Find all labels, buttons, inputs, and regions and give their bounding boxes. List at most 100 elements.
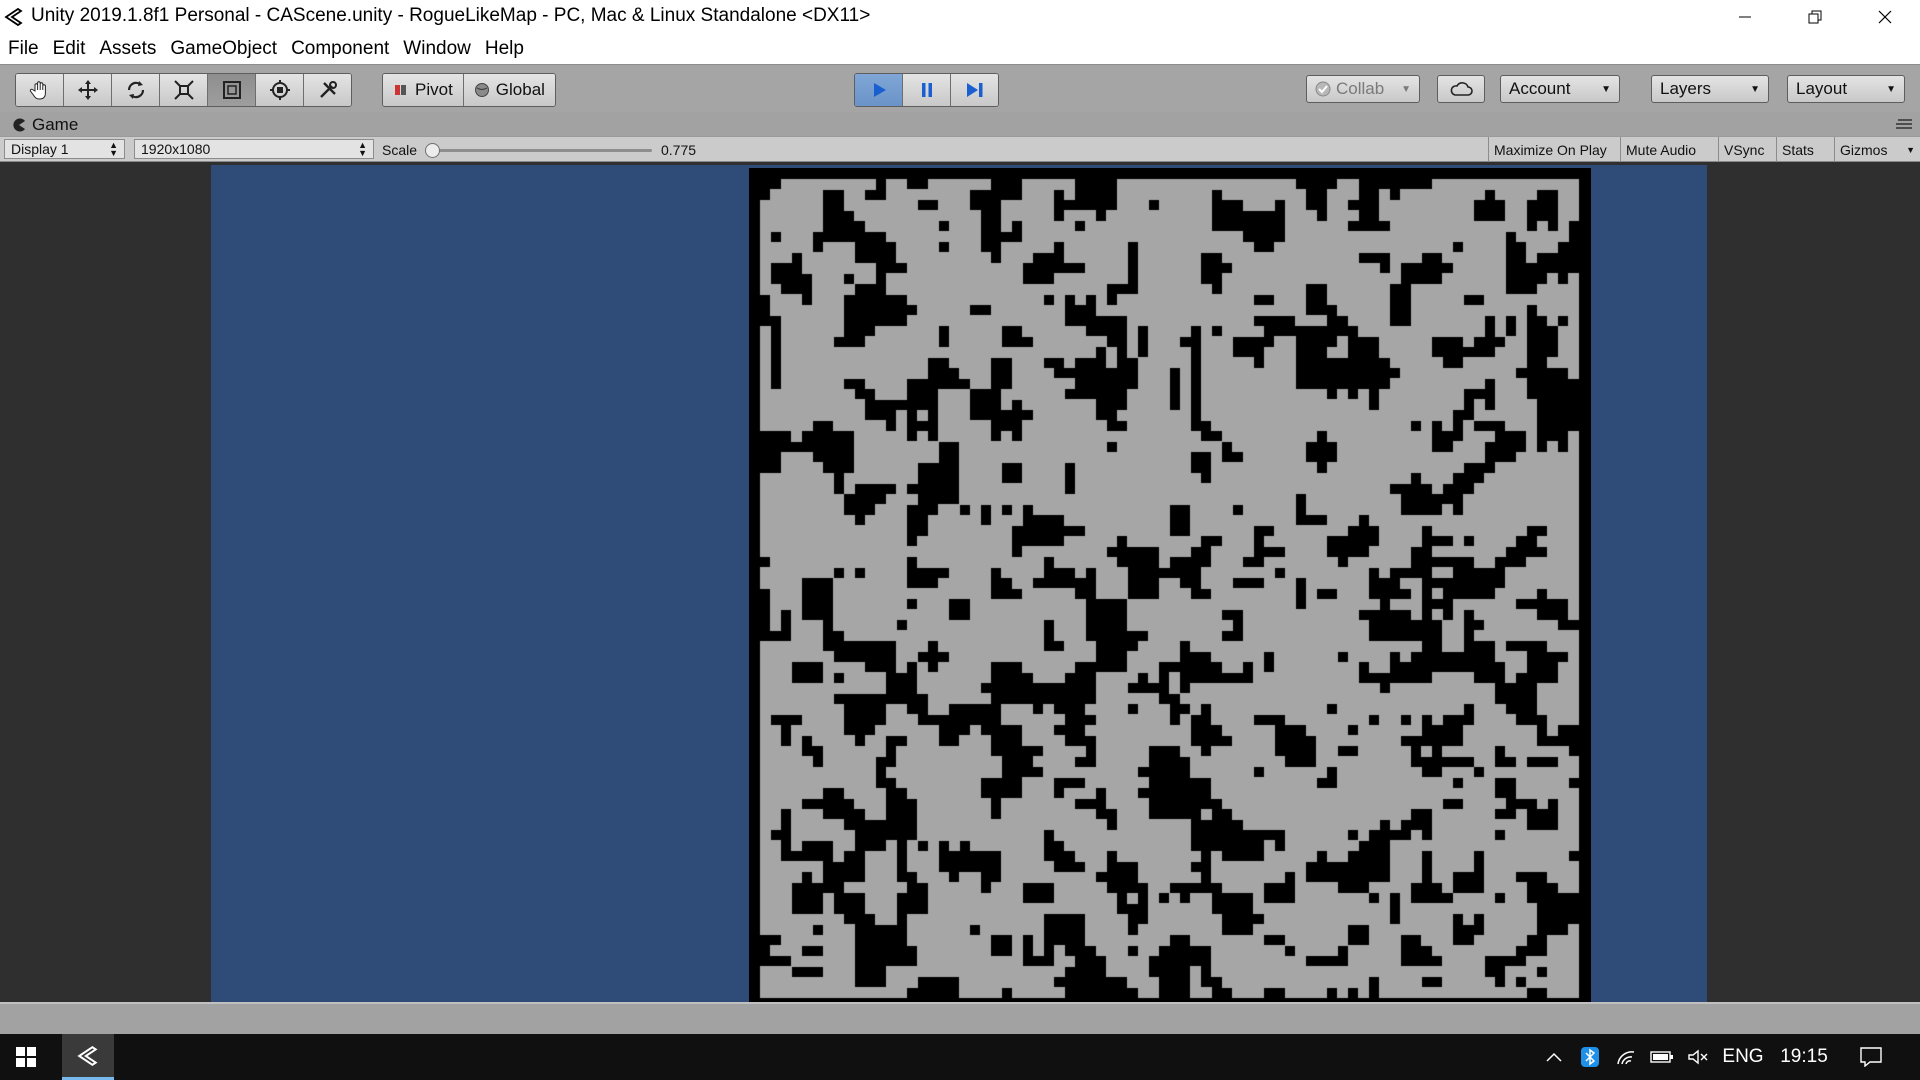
scale-tool-button[interactable]	[160, 74, 208, 106]
hand-tool-button[interactable]	[16, 74, 64, 106]
minimize-button[interactable]	[1710, 0, 1780, 34]
wifi-tray[interactable]	[1612, 1034, 1640, 1080]
layers-label: Layers	[1660, 79, 1712, 98]
layers-dropdown[interactable]: Layers ▼	[1651, 75, 1769, 103]
pause-button[interactable]	[903, 74, 951, 106]
show-hidden-icons-button[interactable]	[1540, 1034, 1568, 1080]
display-select[interactable]: Display 1 ▲ ▼	[4, 139, 125, 159]
scale-slider-handle[interactable]	[425, 143, 440, 158]
panel-menu-icon[interactable]	[1894, 118, 1912, 130]
custom-tool-icon	[319, 81, 337, 98]
gizmos-label: Gizmos	[1840, 141, 1888, 158]
menu-bar: File Edit Assets GameObject Component Wi…	[0, 34, 1920, 64]
windows-start-icon	[16, 1047, 36, 1067]
pivot-label: Pivot	[415, 80, 453, 99]
clock[interactable]: 19:15	[1776, 1034, 1832, 1080]
restore-button[interactable]	[1780, 0, 1850, 34]
account-dropdown[interactable]: Account ▼	[1500, 75, 1620, 103]
battery-icon	[1650, 1051, 1673, 1063]
collab-label: Collab	[1336, 79, 1385, 98]
close-button[interactable]	[1850, 0, 1920, 34]
transform-tool-button[interactable]	[256, 74, 304, 106]
transform-tools	[15, 73, 352, 107]
close-icon	[1878, 10, 1892, 24]
custom-tool-button[interactable]	[304, 74, 351, 106]
start-button[interactable]	[0, 1034, 52, 1080]
pivot-icon	[395, 85, 406, 95]
gizmos-dropdown[interactable]: Gizmos ▼	[1834, 137, 1920, 162]
volume-tray[interactable]	[1684, 1034, 1712, 1080]
chevron-up-icon	[1546, 1052, 1562, 1062]
pacman-icon	[13, 118, 25, 132]
mute-audio-toggle[interactable]: Mute Audio	[1620, 137, 1701, 162]
menu-help[interactable]: Help	[485, 38, 524, 60]
scale-value: 0.775	[661, 142, 697, 158]
updown-arrows-icon: ▲ ▼	[358, 140, 367, 158]
cloud-button[interactable]	[1437, 75, 1485, 103]
clock-time: 19:15	[1780, 1046, 1828, 1067]
status-bar	[0, 1002, 1920, 1034]
notification-icon	[1860, 1047, 1882, 1067]
display-value: Display 1	[11, 141, 69, 157]
resolution-select[interactable]: 1920x1080 ▲ ▼	[134, 139, 374, 159]
volume-muted-icon	[1688, 1049, 1708, 1065]
menu-edit[interactable]: Edit	[53, 38, 86, 60]
step-icon	[966, 83, 982, 97]
chevron-down-icon: ▼	[1750, 83, 1760, 95]
maximize-on-play-toggle[interactable]: Maximize On Play	[1488, 137, 1612, 162]
vsync-toggle[interactable]: VSync	[1718, 137, 1769, 162]
globe-icon	[474, 83, 489, 97]
game-view[interactable]	[0, 162, 1920, 1005]
language-indicator[interactable]: ENG	[1720, 1034, 1766, 1080]
play-controls	[854, 73, 999, 107]
hand-icon	[29, 81, 46, 100]
account-label: Account	[1509, 79, 1571, 98]
scale-slider-track[interactable]	[432, 149, 652, 152]
camera-background	[211, 165, 1707, 1005]
scale-label: Scale	[382, 142, 418, 158]
cloud-icon	[1450, 82, 1473, 96]
collab-dropdown[interactable]: Collab ▼	[1306, 75, 1420, 103]
global-button[interactable]: Global	[463, 74, 555, 106]
menu-gameobject[interactable]: GameObject	[170, 38, 277, 60]
pivot-group: Pivot Global	[382, 73, 556, 107]
chevron-down-icon: ▼	[1906, 144, 1915, 155]
chevron-down-icon: ▼	[1886, 83, 1896, 95]
minimize-icon	[1739, 16, 1751, 18]
tab-game[interactable]: Game	[12, 115, 78, 135]
windows-taskbar: ENG 19:15	[0, 1034, 1920, 1080]
menu-file[interactable]: File	[8, 38, 39, 60]
rotate-icon	[127, 81, 144, 99]
scale-icon	[173, 80, 194, 100]
action-center-button[interactable]	[1850, 1034, 1892, 1080]
check-circle-icon	[1315, 81, 1331, 97]
window-title-bar: Unity 2019.1.8f1 Personal - CAScene.unit…	[0, 0, 1920, 34]
pivot-button[interactable]: Pivot	[383, 74, 464, 106]
layout-label: Layout	[1796, 79, 1848, 98]
rotate-tool-button[interactable]	[112, 74, 160, 106]
stats-toggle[interactable]: Stats	[1776, 137, 1819, 162]
menu-component[interactable]: Component	[291, 38, 389, 60]
cellular-automata-map	[749, 168, 1591, 1005]
step-button[interactable]	[951, 74, 998, 106]
bluetooth-tray[interactable]	[1576, 1034, 1604, 1080]
wifi-icon	[1617, 1051, 1635, 1065]
transform-tool-icon	[269, 80, 290, 100]
play-button[interactable]	[855, 74, 903, 106]
rect-tool-button[interactable]	[208, 74, 256, 106]
game-view-toolbar: Display 1 ▲ ▼ 1920x1080 ▲ ▼ Scale 0.775 Ma…	[0, 136, 1920, 162]
resolution-value: 1920x1080	[141, 141, 211, 157]
map-canvas	[749, 168, 1591, 1005]
global-label: Global	[495, 80, 545, 99]
menu-window[interactable]: Window	[403, 38, 471, 60]
pause-icon	[921, 83, 932, 97]
game-tab-bar: Game	[0, 112, 1920, 136]
move-tool-button[interactable]	[64, 74, 112, 106]
battery-tray[interactable]	[1648, 1034, 1676, 1080]
layout-dropdown[interactable]: Layout ▼	[1787, 75, 1905, 103]
unity-taskbar-button[interactable]	[62, 1034, 114, 1080]
bluetooth-icon	[1581, 1047, 1599, 1067]
play-icon	[873, 83, 886, 97]
chevron-down-icon: ▼	[1601, 83, 1611, 95]
menu-assets[interactable]: Assets	[99, 38, 156, 60]
